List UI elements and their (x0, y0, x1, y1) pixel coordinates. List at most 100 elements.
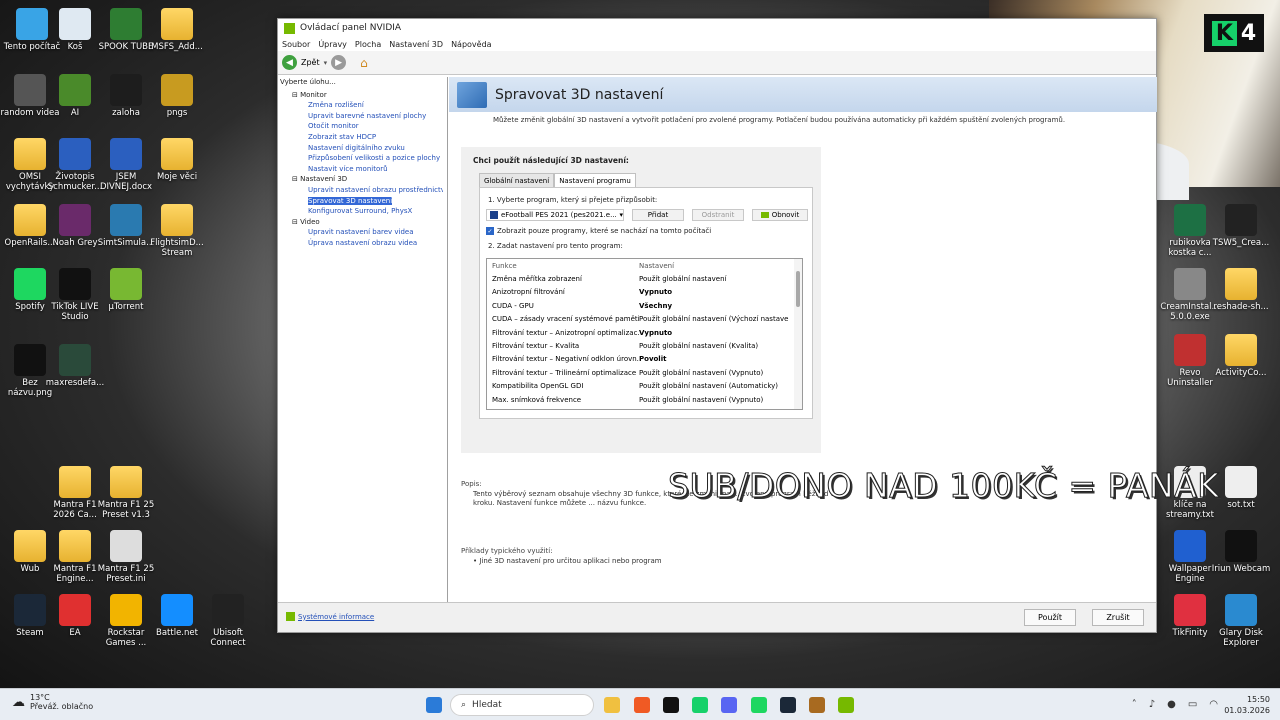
desktop-icon-r-1[interactable]: TSW5_Crea... (1211, 204, 1271, 249)
tiktok-icon[interactable] (663, 697, 679, 713)
speaker-icon[interactable]: ♪ (1149, 699, 1155, 710)
setting-cell[interactable]: Použít globální nastavení (Automaticky) (639, 382, 789, 390)
table-row[interactable]: Změna měřítka zobrazení Použít globální n… (487, 272, 802, 285)
menu-item[interactable]: Úpravy (318, 40, 347, 49)
setting-cell[interactable]: Použít globální nastavení (Vypnuto) (639, 396, 789, 404)
desktop-icon-r-11[interactable]: Glary Disk Explorer (1211, 594, 1271, 649)
tree-task-link[interactable]: Upravit nastavení obrazu prostřednictvím… (282, 185, 443, 196)
desktop-icon-r-7[interactable]: sot.txt (1211, 466, 1271, 511)
collapse-icon[interactable]: ⊟ (292, 91, 300, 99)
desktop-icon-l-25[interactable]: Mantra F1 25 Preset.ini (96, 530, 156, 585)
nvidia-taskbar-icon[interactable] (838, 697, 854, 713)
system-info-link[interactable]: Systémové informace (286, 612, 374, 621)
local-programs-checkbox[interactable]: ✓ (486, 227, 494, 235)
table-row[interactable]: Kompatibilita OpenGL GDI Použít globální … (487, 380, 802, 393)
checkbox-label: Zobrazit pouze programy, které se nacház… (497, 227, 712, 235)
steam-icon[interactable] (780, 697, 796, 713)
spotify-icon[interactable] (751, 697, 767, 713)
brave-browser-icon[interactable] (634, 697, 650, 713)
tree-category[interactable]: ⊟ Monitor (282, 90, 443, 101)
collapse-icon[interactable]: ⊟ (292, 175, 300, 183)
tree-task-link[interactable]: Konfigurovat Surround, PhysX (282, 206, 443, 217)
tree-task-link[interactable]: Změna rozlišení (282, 100, 443, 111)
back-arrow-icon[interactable]: ◀ (282, 55, 297, 70)
setting-cell[interactable]: Použít globální nastavení (Vypnuto) (639, 369, 789, 377)
table-row[interactable]: Filtrování textur – Anizotropní optimali… (487, 326, 802, 339)
table-row[interactable]: CUDA - GPU Všechny (487, 299, 802, 312)
setting-cell[interactable]: Vypnuto (639, 288, 789, 296)
setting-cell[interactable]: Použít globální nastavení (Kvalita) (639, 342, 789, 350)
table-row[interactable]: Filtrování textur – Trilineární optimali… (487, 366, 802, 379)
weather-widget[interactable]: ☁ 13°C Převáž. oblačno (12, 693, 93, 711)
back-dropdown-icon[interactable]: ▾ (324, 59, 328, 67)
stream-overlay-text: SUB/DONO NAD 100KČ = PANÁK (668, 466, 1220, 506)
desktop-icon-l-20[interactable]: maxresdefa... (45, 344, 105, 389)
tree-task-link[interactable]: Otočit monitor (282, 121, 443, 132)
table-row[interactable]: Filtrování textur – Kvalita Použít globál… (487, 339, 802, 352)
tree-category[interactable]: ⊟ Nastavení 3D (282, 174, 443, 185)
collapse-icon[interactable]: ⊟ (292, 218, 300, 226)
setting-cell[interactable]: Použít globální nastavení (639, 275, 789, 283)
menu-item[interactable]: Plocha (355, 40, 381, 49)
apply-button[interactable]: Použít (1024, 609, 1076, 626)
title-bar[interactable]: Ovládací panel NVIDIA (278, 19, 1156, 37)
desktop-icon-l-15[interactable]: FlightsimD... Stream (147, 204, 207, 259)
wifi-icon[interactable]: ◠ (1209, 699, 1218, 710)
microphone-icon[interactable]: ● (1167, 699, 1176, 710)
add-button[interactable]: Přidat (632, 209, 684, 221)
refresh-button[interactable]: Obnovit (752, 209, 808, 221)
desktop-icon-l-3[interactable]: MSFS_Add... (147, 8, 207, 53)
setting-cell[interactable]: Povolit (639, 355, 789, 363)
tree-item-label: Spravovat 3D nastavení (308, 196, 393, 205)
back-button-label[interactable]: Zpět (301, 58, 320, 67)
clock[interactable]: 15:50 01.03.2026 (1224, 694, 1270, 716)
desktop-icon-l-22[interactable]: Mantra F1 25 Preset v1.3 (96, 466, 156, 521)
desktop-icon-l-30[interactable]: Ubisoft Connect (198, 594, 258, 649)
setting-cell[interactable]: Vypnuto (639, 329, 789, 337)
windows-start-icon[interactable] (426, 697, 442, 713)
table-row[interactable]: Max. snímková frekvence Použít globální n… (487, 393, 802, 406)
tab-global-settings[interactable]: Globální nastavení (479, 173, 555, 188)
file-explorer-icon[interactable] (604, 697, 620, 713)
tab-program-settings[interactable]: Nastavení programu (554, 173, 636, 188)
local-programs-checkbox-row[interactable]: ✓ Zobrazit pouze programy, které se nach… (486, 227, 711, 235)
desktop-icon-r-5[interactable]: ActivityCo... (1211, 334, 1271, 379)
desktop-icon-r-9[interactable]: Iriun Webcam (1211, 530, 1271, 575)
discord-icon[interactable] (721, 697, 737, 713)
desktop-icon-l-11[interactable]: Moje věci (147, 138, 207, 183)
game-app-icon[interactable] (809, 697, 825, 713)
tree-task-link[interactable]: Nastavení digitálního zvuku (282, 143, 443, 154)
table-scrollbar[interactable] (794, 259, 802, 409)
cancel-button[interactable]: Zrušit (1092, 609, 1144, 626)
tree-task-link[interactable]: Úprava nastavení obrazu videa (282, 238, 443, 249)
desktop-icon-r-3[interactable]: reshade-sh... (1211, 268, 1271, 313)
wallpaper-engine-icon (1174, 530, 1206, 562)
tree-task-link[interactable]: Upravit barevné nastavení plochy (282, 111, 443, 122)
menu-item[interactable]: Nastavení 3D (389, 40, 443, 49)
menu-item[interactable]: Soubor (282, 40, 310, 49)
program-select[interactable]: eFootball PES 2021 (pes2021.e... ▾ (486, 209, 624, 221)
setting-cell[interactable]: Všechny (639, 302, 789, 310)
kick-icon[interactable] (692, 697, 708, 713)
search-icon: ⌕ (461, 700, 467, 710)
tree-task-link[interactable]: Zobrazit stav HDCP (282, 132, 443, 143)
tree-task-link[interactable]: Nastavit více monitorů (282, 164, 443, 175)
chevron-up-icon[interactable]: ˄ (1132, 699, 1137, 710)
search-box[interactable]: ⌕ Hledat (450, 694, 594, 716)
menu-item[interactable]: Nápověda (451, 40, 492, 49)
table-row[interactable]: CUDA – zásady vracení systémové paměti Po… (487, 313, 802, 326)
desktop-icon-l-7[interactable]: pngs (147, 74, 207, 119)
tree-category[interactable]: ⊟ Video (282, 217, 443, 228)
desktop-icon-l-18[interactable]: µTorrent (96, 268, 156, 313)
home-icon[interactable]: ⌂ (360, 56, 368, 70)
scrollbar-thumb[interactable] (796, 271, 800, 307)
forward-arrow-icon[interactable]: ▶ (331, 55, 347, 70)
tree-task-link[interactable]: Upravit nastavení barev videa (282, 227, 443, 238)
tree-task-link[interactable]: Spravovat 3D nastavení (282, 196, 443, 207)
remove-button[interactable]: Odstranit (692, 209, 744, 221)
table-row[interactable]: Filtrování textur – Negativní odklon úro… (487, 353, 802, 366)
network-icon[interactable]: ▭ (1188, 699, 1197, 710)
table-row[interactable]: Anizotropní filtrování Vypnuto (487, 286, 802, 299)
setting-cell[interactable]: Použít globální nastavení (Výchozí nasta… (639, 315, 789, 323)
tree-task-link[interactable]: Přizpůsobení velikosti a pozice plochy (282, 153, 443, 164)
